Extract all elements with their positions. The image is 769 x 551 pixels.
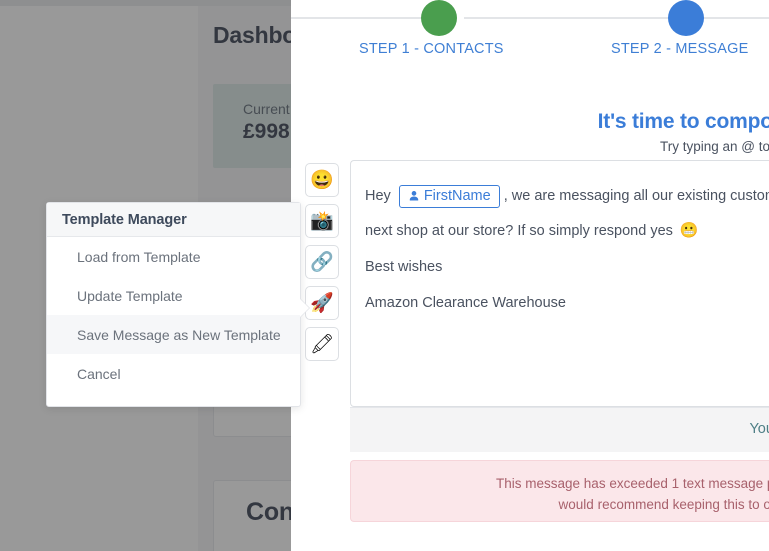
warning-line-2: would recommend keeping this to one text	[558, 497, 769, 512]
message-line-2-text: next shop at our store? If so simply res…	[365, 223, 673, 239]
step-2-label[interactable]: STEP 2 - MESSAGE	[611, 41, 749, 57]
camera-image-icon[interactable]: 📸	[305, 204, 339, 238]
person-icon	[409, 191, 419, 201]
message-line-3: Best wishes	[365, 259, 443, 275]
template-manager-popup: Template Manager Load from Template Upda…	[46, 202, 309, 407]
character-counter-text: You have 51 characters remaining	[749, 421, 769, 437]
menu-item-label: Load from Template	[77, 248, 201, 265]
popup-pointer-arrow	[300, 299, 309, 317]
message-line-1: Hey FirstName , we are messaging all our…	[365, 185, 769, 208]
menu-item-label: Cancel	[77, 365, 121, 382]
message-line-2: next shop at our store? If so simply res…	[365, 221, 699, 241]
crayon-draw-icon[interactable]: 🖍	[305, 327, 339, 361]
insert-link-icon[interactable]: 🔗	[305, 245, 339, 279]
menu-item-label: Save Message as New Template	[77, 326, 281, 343]
merge-field-label: FirstName	[423, 188, 491, 204]
character-counter-bar: You have 51 characters remaining	[350, 407, 769, 452]
step-1-indicator[interactable]	[421, 0, 457, 36]
wizard-stepper: STEP 1 - CONTACTS STEP 2 - MESSAGE	[291, 0, 769, 72]
rocket-template-icon[interactable]: 🚀	[305, 286, 339, 320]
composer-heading: It's time to compose your message	[597, 110, 769, 133]
message-line-1-suffix: , we are messaging all our existing cust…	[503, 188, 769, 205]
composer-subheading: Try typing an @ to add a merge field	[659, 139, 769, 154]
stepper-connector-middle	[464, 17, 668, 19]
menu-item-update-template[interactable]: Update Template	[47, 276, 300, 315]
grimacing-face-emoji: 😬	[679, 222, 699, 240]
message-textarea[interactable]: Hey FirstName , we are messaging all our…	[350, 160, 769, 407]
message-composer-modal: STEP 1 - CONTACTS STEP 2 - MESSAGE It's …	[291, 0, 769, 551]
menu-item-load-from-template[interactable]: Load from Template	[47, 237, 300, 276]
template-manager-title: Template Manager	[62, 211, 187, 228]
menu-item-save-message-as-new-template[interactable]: Save Message as New Template	[47, 315, 300, 354]
message-line-4: Amazon Clearance Warehouse	[365, 295, 566, 311]
message-length-warning: This message has exceeded 1 text message…	[350, 460, 769, 522]
step-2-indicator[interactable]	[668, 0, 704, 36]
step-1-label[interactable]: STEP 1 - CONTACTS	[359, 41, 504, 57]
composer-tool-rail: 😀 📸 🔗 🚀 🖍	[305, 163, 343, 368]
message-greeting: Hey	[365, 188, 391, 205]
menu-item-cancel[interactable]: Cancel	[47, 354, 300, 393]
menu-item-label: Update Template	[77, 287, 183, 304]
template-manager-header: Template Manager	[47, 203, 300, 237]
emoji-picker-icon[interactable]: 😀	[305, 163, 339, 197]
merge-field-firstname[interactable]: FirstName	[398, 185, 500, 208]
warning-line-1: This message has exceeded 1 text message…	[496, 476, 769, 491]
